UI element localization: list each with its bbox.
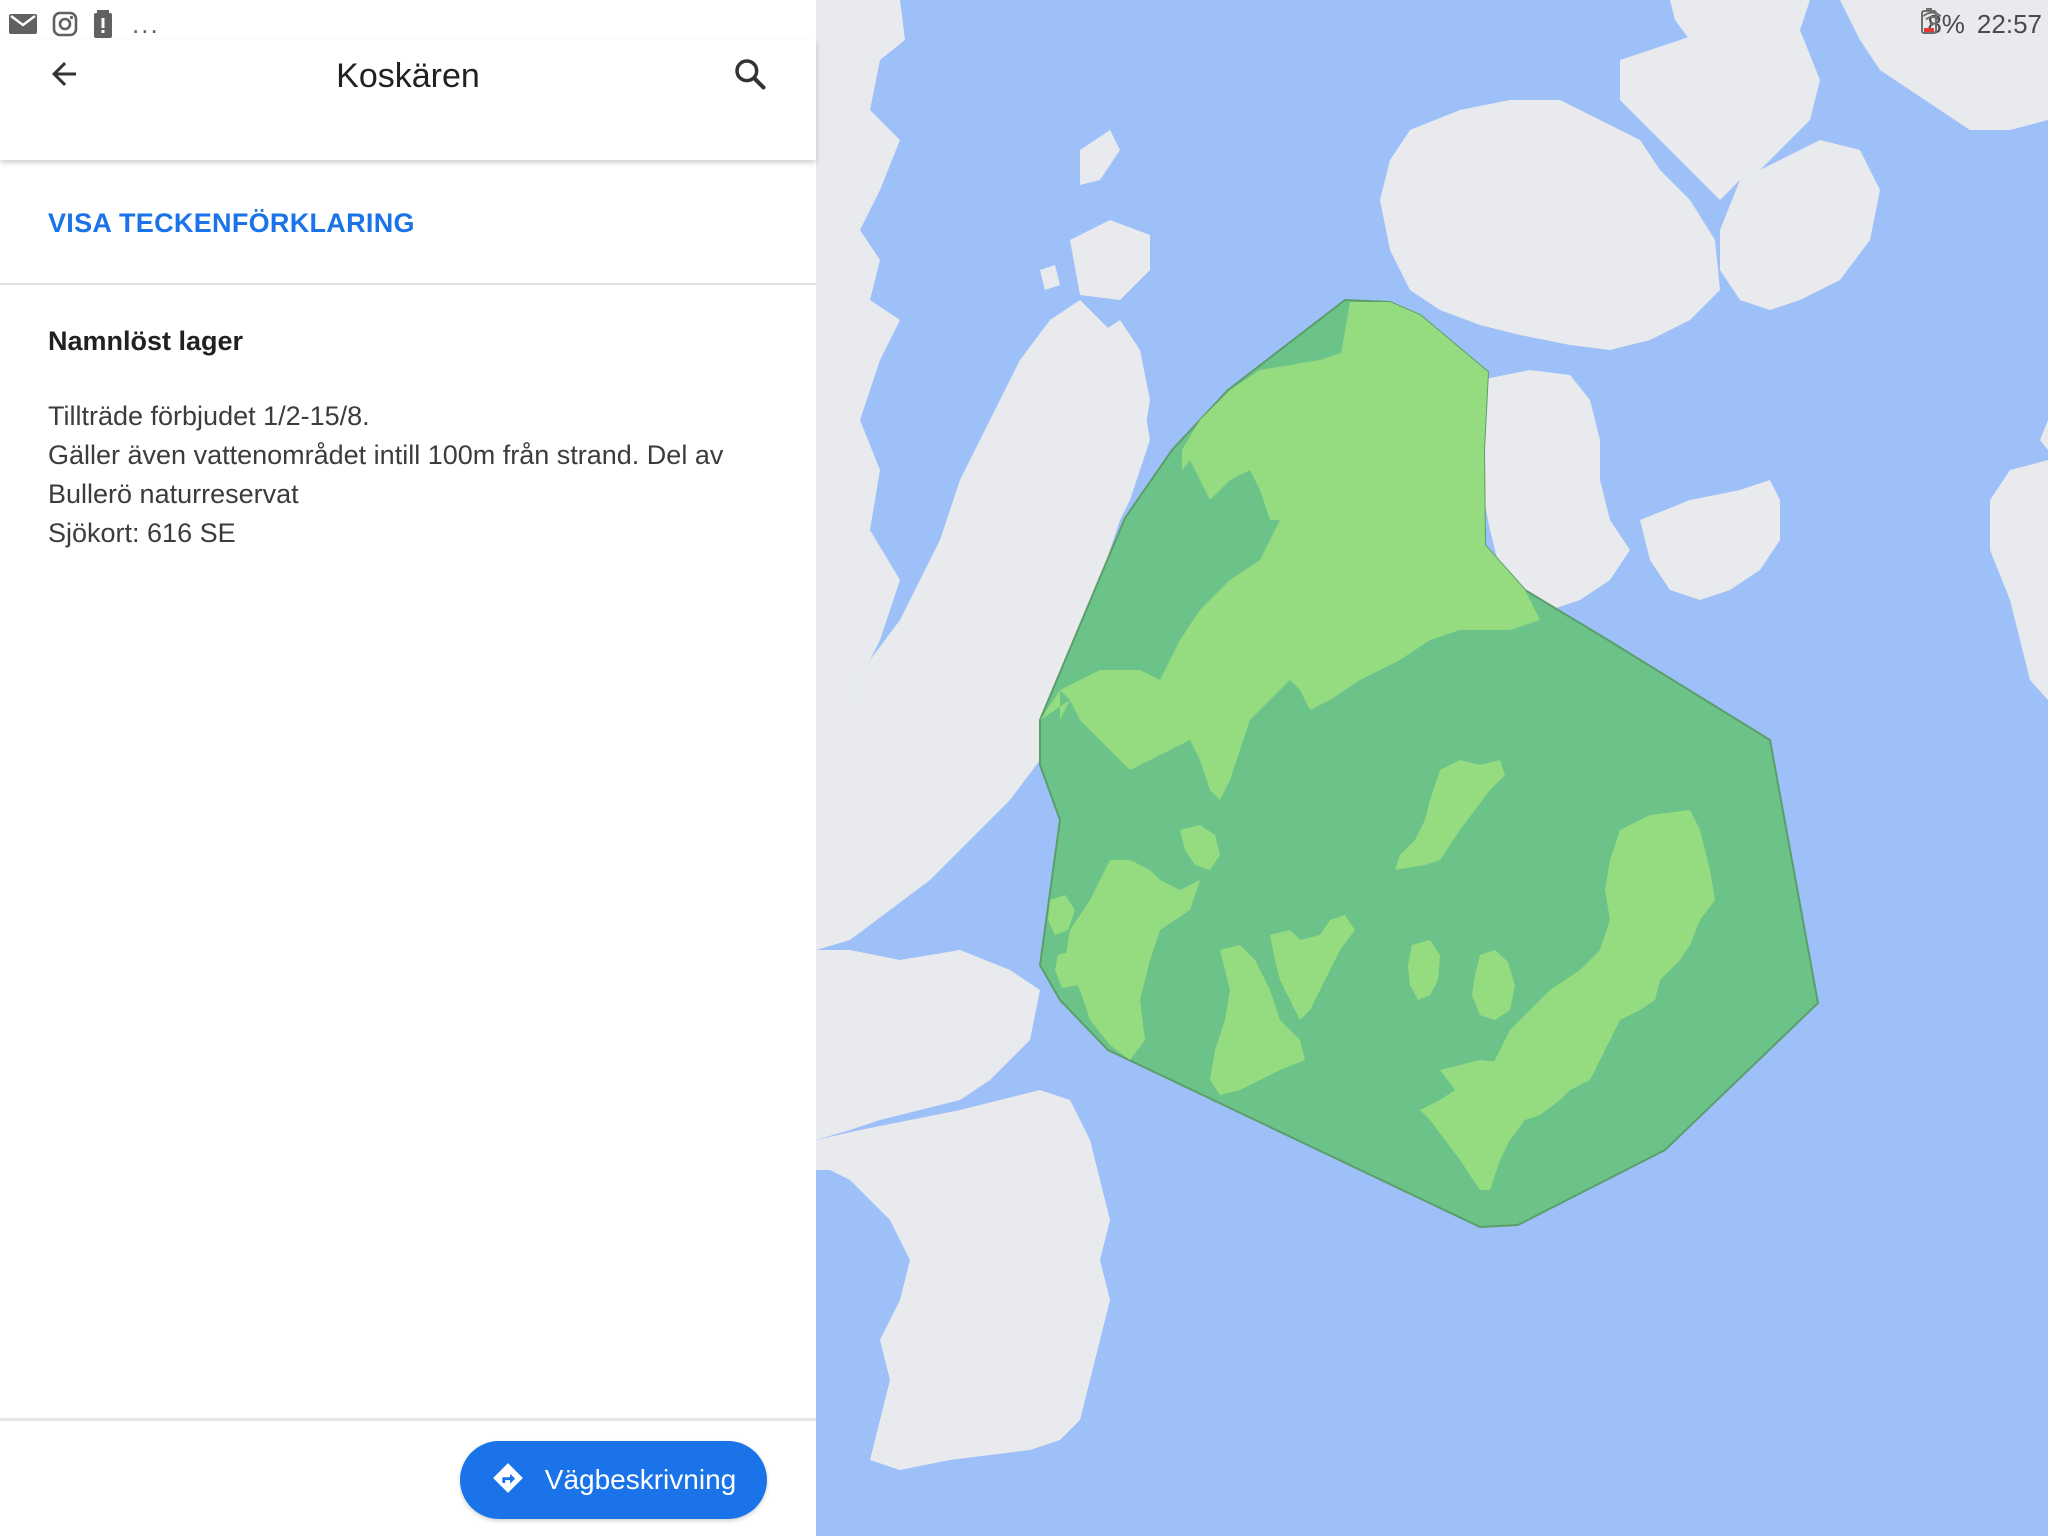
- details-panel: ... Koskären VISA TECKENFÖRKLARING Namnl…: [0, 0, 816, 1536]
- map-view[interactable]: 8% 22:57: [816, 0, 2048, 1536]
- directions-icon: [491, 1461, 525, 1500]
- land-islet-1: [1080, 130, 1120, 185]
- search-button[interactable]: [714, 40, 786, 112]
- land-east-islet: [1640, 480, 1780, 600]
- bottom-divider: [0, 1418, 816, 1421]
- alert-icon: [92, 10, 114, 38]
- search-icon: [731, 55, 769, 98]
- status-bar-left: ...: [8, 8, 160, 40]
- divider: [0, 283, 816, 285]
- land-islet-3: [1040, 265, 1060, 290]
- clock: 22:57: [1976, 8, 2042, 39]
- land-south-peninsula: [816, 1090, 1110, 1470]
- arrow-back-icon: [46, 56, 82, 97]
- page-title: Koskären: [336, 57, 480, 95]
- back-button[interactable]: [28, 40, 100, 112]
- description-line: Sjökort: 616 SE: [48, 518, 236, 548]
- land-right-edge-2: [2040, 420, 2048, 450]
- map-canvas: [816, 0, 2048, 1470]
- description-line: Bullerö naturreservat: [48, 479, 299, 509]
- layer-description: Tillträde förbjudet 1/2-15/8. Gäller äve…: [48, 397, 788, 553]
- status-bar-right: 8% 22:57: [1921, 8, 2042, 40]
- land-right-edge: [1990, 460, 2048, 700]
- mail-icon: [8, 12, 38, 36]
- directions-label: Vägbeskrivning: [544, 1464, 737, 1495]
- directions-button[interactable]: Vägbeskrivning: [460, 1441, 767, 1519]
- description-line: Tillträde förbjudet 1/2-15/8.: [48, 401, 370, 431]
- show-legend-link[interactable]: VISA TECKENFÖRKLARING: [48, 208, 415, 239]
- description-line: Gäller även vattenområdet intill 100m fr…: [48, 440, 724, 470]
- instagram-icon: [52, 11, 78, 37]
- app-root: 8% 22:57 ... Koskären VISA TECKENFÖRKLAR…: [0, 0, 2048, 1536]
- layer-name: Namnlöst lager: [48, 326, 244, 356]
- more-notifications: ...: [132, 9, 160, 39]
- land-islet-2: [1070, 220, 1150, 300]
